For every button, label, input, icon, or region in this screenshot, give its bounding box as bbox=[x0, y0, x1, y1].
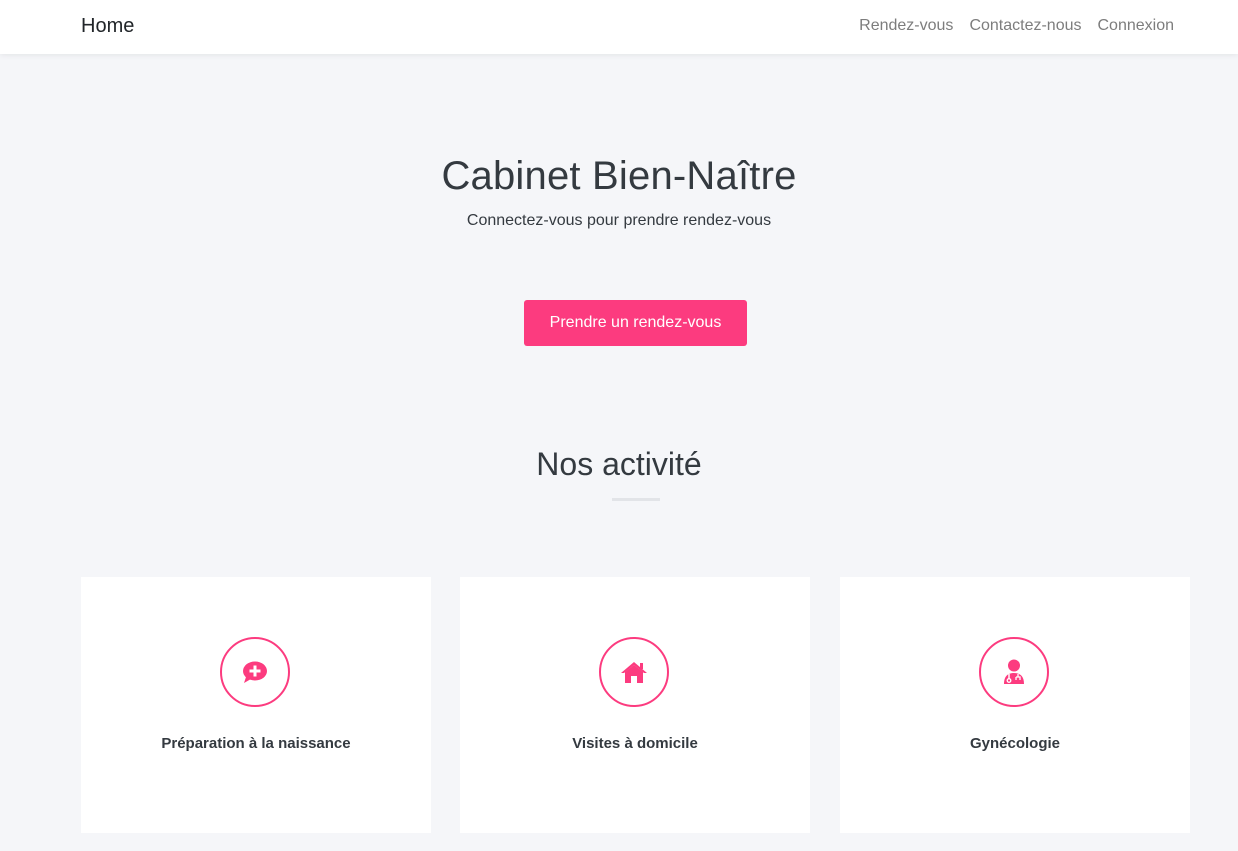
activity-card-title: Gynécologie bbox=[969, 735, 1061, 752]
activity-card-gynecologie: Gynécologie bbox=[840, 577, 1190, 833]
book-appointment-button[interactable]: Prendre un rendez-vous bbox=[524, 300, 747, 346]
user-doctor-icon bbox=[1003, 659, 1025, 685]
hero-subtitle: Connectez-vous pour prendre rendez-vous bbox=[466, 212, 772, 229]
home-link[interactable]: Home bbox=[81, 15, 134, 38]
nav-links: Rendez-vous Contactez-nous Connexion bbox=[851, 16, 1182, 36]
activity-card-visites: Visites à domicile bbox=[460, 577, 810, 833]
hero-title: Cabinet Bien-Naître bbox=[441, 154, 797, 198]
comment-medical-icon bbox=[242, 660, 268, 684]
activity-card-title: Visites à domicile bbox=[572, 735, 698, 752]
top-navbar: Home Rendez-vous Contactez-nous Connexio… bbox=[0, 0, 1238, 54]
activity-card-title: Préparation à la naissance bbox=[161, 735, 351, 752]
nav-link-rendez-vous[interactable]: Rendez-vous bbox=[851, 16, 961, 36]
activity-card-preparation: Préparation à la naissance bbox=[81, 577, 431, 833]
section-divider bbox=[612, 498, 660, 501]
home-icon bbox=[620, 660, 648, 684]
icon-circle bbox=[220, 637, 290, 707]
activities-title: Nos activité bbox=[536, 446, 702, 482]
icon-circle bbox=[979, 637, 1049, 707]
nav-link-connexion[interactable]: Connexion bbox=[1090, 16, 1183, 36]
nav-link-contact[interactable]: Contactez-nous bbox=[961, 16, 1089, 36]
icon-circle bbox=[599, 637, 669, 707]
